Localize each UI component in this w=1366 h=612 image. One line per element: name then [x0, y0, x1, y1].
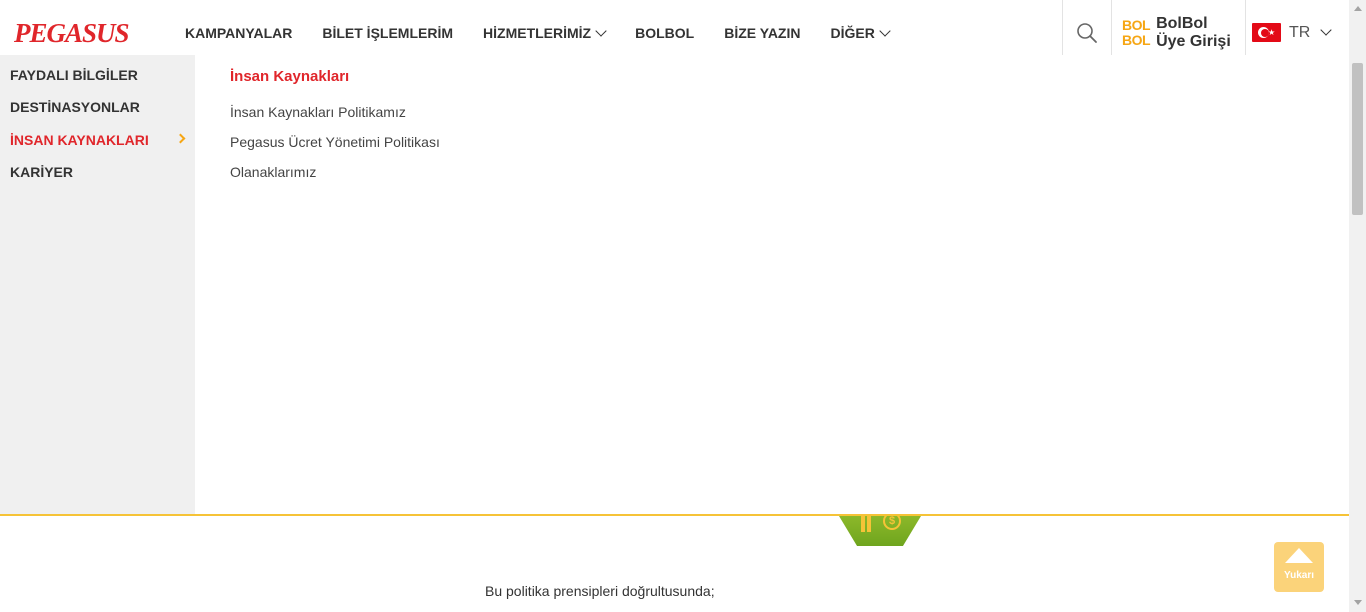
- mega-menu-sidebar: FAYDALI BİLGİLER DESTİNASYONLAR İNSAN KA…: [0, 55, 195, 515]
- nav-kampanyalar[interactable]: KAMPANYALAR: [185, 25, 292, 41]
- arrow-up-icon: [1285, 548, 1313, 563]
- bolbol-login-line: Üye Girişi: [1156, 32, 1231, 50]
- chevron-down-icon: [595, 24, 607, 37]
- bolbol-logo: BOL BOL: [1122, 16, 1151, 48]
- nav-bolbol[interactable]: BOLBOL: [635, 25, 694, 41]
- coin-stack-icon: [861, 516, 865, 532]
- scroll-up-arrow-icon[interactable]: [1354, 6, 1362, 11]
- mega-menu-border: [0, 514, 1349, 516]
- chevron-right-icon: [175, 133, 186, 144]
- submenu-link-ucret-yonetimi[interactable]: Pegasus Ücret Yönetimi Politikası: [230, 134, 440, 150]
- nav-label: KAMPANYALAR: [185, 24, 293, 41]
- nav-label: BİLET İŞLEMLERİM: [322, 24, 454, 41]
- policy-intro-text: Bu politika prensipleri doğrultusunda;: [485, 583, 715, 599]
- badge-shape: [839, 516, 921, 546]
- bolbol-login-label: BolBol Üye Girişi: [1156, 15, 1231, 51]
- back-to-top-label: Yukarı: [1283, 570, 1315, 581]
- submenu-title[interactable]: İnsan Kaynakları: [230, 68, 349, 85]
- bolbol-login-line: BolBol: [1156, 14, 1208, 32]
- scroll-down-arrow-icon[interactable]: [1354, 600, 1362, 605]
- coin-stack-icon: [867, 516, 871, 532]
- bolbol-logo-line: BOL: [1122, 31, 1151, 48]
- nav-bilet-islemlerim[interactable]: BİLET İŞLEMLERİM: [322, 25, 453, 41]
- salary-policy-badge: $: [839, 516, 921, 546]
- bolbol-logo-line: BOL: [1122, 16, 1151, 33]
- nav-label: BOLBOL: [635, 24, 695, 41]
- back-to-top-button[interactable]: Yukarı: [1274, 542, 1324, 592]
- mega-menu: FAYDALI BİLGİLER DESTİNASYONLAR İNSAN KA…: [0, 55, 1349, 515]
- nav-label: BİZE YAZIN: [724, 24, 801, 41]
- nav-label: HİZMETLERİMİZ: [483, 24, 592, 41]
- turkey-flag-icon: ★: [1252, 23, 1281, 42]
- chevron-down-icon: [879, 24, 891, 37]
- language-code: TR: [1289, 23, 1311, 41]
- flag-star: ★: [1268, 28, 1276, 37]
- nav-bize-yazin[interactable]: BİZE YAZIN: [724, 25, 800, 41]
- chevron-down-icon: [1320, 23, 1332, 36]
- nav-hizmetlerimiz[interactable]: HİZMETLERİMİZ: [483, 24, 607, 41]
- scrollbar-thumb[interactable]: [1352, 63, 1363, 215]
- nav-label: DİĞER: [830, 24, 875, 41]
- sidebar-item-kariyer[interactable]: KARİYER: [10, 164, 73, 180]
- nav-diger[interactable]: DİĞER: [830, 24, 891, 41]
- submenu-link-olanaklarimiz[interactable]: Olanaklarımız: [230, 164, 316, 180]
- submenu-link-ik-politikamiz[interactable]: İnsan Kaynakları Politikamız: [230, 104, 406, 120]
- page-scrollbar[interactable]: [1349, 0, 1366, 612]
- pegasus-logo[interactable]: PEGASUS: [14, 18, 130, 49]
- sidebar-item-faydali-bilgiler[interactable]: FAYDALI BİLGİLER: [10, 67, 138, 83]
- search-icon: [1077, 22, 1097, 43]
- sidebar-item-destinasyonlar[interactable]: DESTİNASYONLAR: [10, 99, 140, 115]
- sidebar-item-insan-kaynaklari[interactable]: İNSAN KAYNAKLARI: [10, 132, 149, 148]
